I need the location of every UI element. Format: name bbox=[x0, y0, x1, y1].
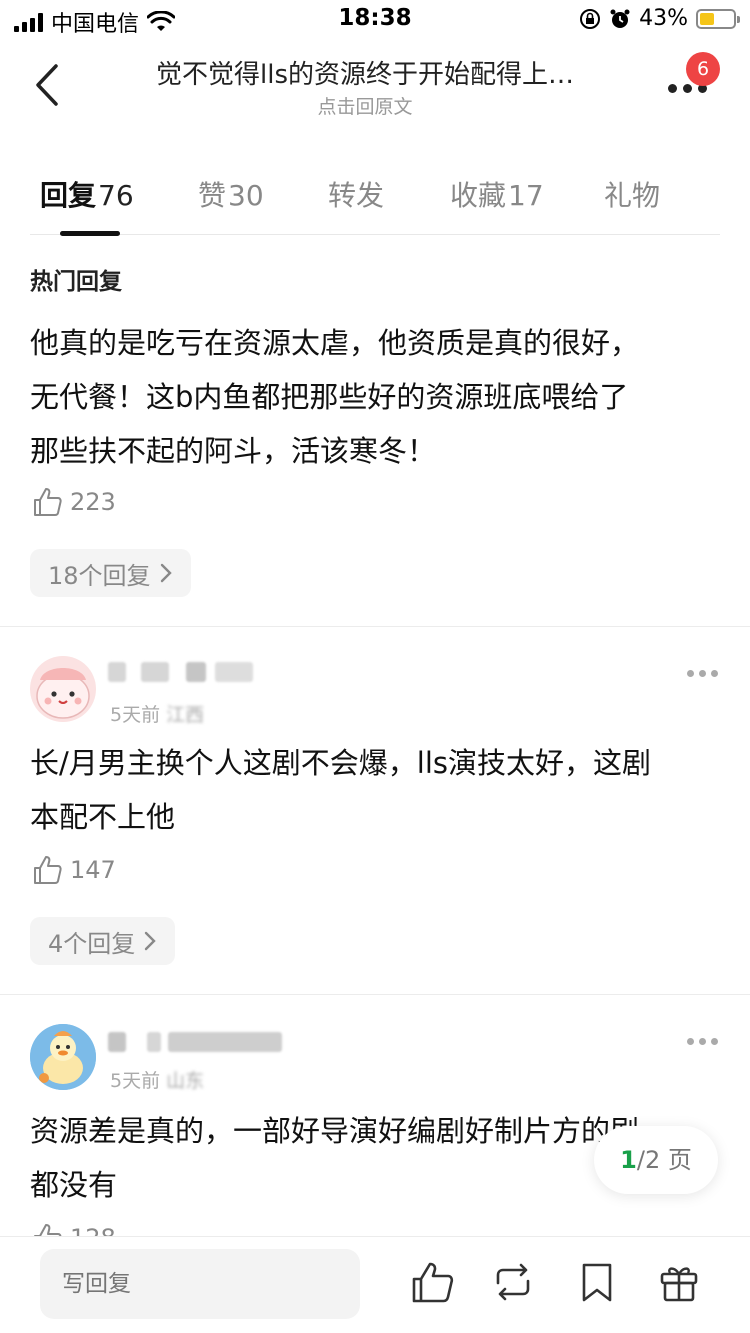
thumbs-up-icon bbox=[34, 856, 62, 884]
tab-gifts[interactable]: 礼物 bbox=[604, 174, 660, 214]
comment-2-meta: 5天前 江西 bbox=[110, 700, 204, 727]
chevron-right-icon bbox=[160, 563, 172, 583]
post-location: 山东 bbox=[166, 1070, 205, 1092]
comment-line: 本配不上他 bbox=[30, 800, 176, 834]
post-title[interactable]: 觉不觉得lls的资源终于开始配得上… bbox=[100, 54, 630, 91]
comment-line: 长/月男主换个人这剧不会爆，lls演技太好，这剧 bbox=[30, 746, 651, 780]
comment-2-menu-icon[interactable] bbox=[687, 670, 718, 677]
tab-bar: 回复76 赞30 转发 收藏17 礼物 bbox=[30, 160, 720, 236]
reply-input[interactable] bbox=[40, 1249, 360, 1319]
comment-line: 他真的是吃亏在资源太虐，他资质是真的很好， bbox=[30, 326, 640, 360]
tab-likes[interactable]: 赞30 bbox=[198, 174, 264, 214]
alarm-icon bbox=[610, 9, 630, 28]
reply-count-label: 4个回复 bbox=[48, 929, 136, 958]
battery-icon bbox=[696, 8, 740, 29]
divider bbox=[0, 626, 750, 627]
avatar-image bbox=[36, 668, 90, 719]
notification-badge: 6 bbox=[686, 52, 720, 86]
post-time: 5天前 bbox=[110, 704, 161, 726]
comment-2-text[interactable]: 长/月男主换个人这剧不会爆，lls演技太好，这剧 本配不上他 bbox=[30, 736, 720, 844]
status-bar: 中国电信 18:38 43% bbox=[0, 0, 750, 40]
gift-icon[interactable] bbox=[656, 1259, 702, 1305]
comment-1-text[interactable]: 他真的是吃亏在资源太虐，他资质是真的很好， 无代餐！这b内鱼都把那些好的资源班底… bbox=[30, 316, 720, 478]
avatar[interactable] bbox=[30, 1024, 96, 1090]
tab-replies-count: 76 bbox=[98, 179, 134, 212]
tab-gifts-label: 礼物 bbox=[604, 179, 661, 212]
tab-reposts-label: 转发 bbox=[328, 179, 385, 212]
comment-2-replies-button[interactable]: 4个回复 bbox=[30, 917, 176, 965]
tab-replies-label: 回复 bbox=[40, 179, 97, 212]
tab-favorites-count: 17 bbox=[508, 179, 544, 212]
divider bbox=[0, 994, 750, 995]
status-right: 43% bbox=[579, 6, 740, 31]
post-time: 5天前 bbox=[110, 1070, 161, 1092]
comment-3-menu-icon[interactable] bbox=[687, 1038, 718, 1045]
like-count: 147 bbox=[70, 856, 116, 884]
like-icon[interactable] bbox=[410, 1259, 456, 1305]
comment-3-meta: 5天前 山东 bbox=[110, 1066, 204, 1093]
bottom-action-bar bbox=[0, 1236, 750, 1333]
current-page: 1 bbox=[620, 1146, 637, 1174]
back-to-original-link[interactable]: 点击回原文 bbox=[100, 92, 630, 119]
comment-1-replies-button[interactable]: 18个回复 bbox=[30, 549, 191, 597]
avatar[interactable] bbox=[30, 656, 96, 722]
avatar-image bbox=[30, 1024, 96, 1090]
username-blurred[interactable] bbox=[108, 1032, 283, 1058]
post-location: 江西 bbox=[166, 704, 205, 726]
reply-count-label: 18个回复 bbox=[48, 561, 151, 590]
repost-icon[interactable] bbox=[490, 1259, 536, 1305]
tab-likes-label: 赞 bbox=[198, 179, 227, 212]
tab-favorites-label: 收藏 bbox=[450, 179, 507, 212]
back-arrow-icon[interactable] bbox=[30, 60, 70, 110]
comment-2-like[interactable]: 147 bbox=[32, 854, 116, 886]
username-blurred[interactable] bbox=[108, 662, 254, 688]
battery-percent: 43% bbox=[639, 6, 688, 31]
pagination-indicator[interactable]: 1/2 页 bbox=[594, 1126, 718, 1194]
chevron-right-icon bbox=[145, 931, 156, 951]
tab-reposts[interactable]: 转发 bbox=[328, 174, 384, 214]
comment-line: 那些扶不起的阿斗，活该寒冬！ bbox=[30, 434, 437, 468]
tab-replies[interactable]: 回复76 bbox=[40, 174, 134, 214]
total-pages: /2 页 bbox=[636, 1146, 692, 1174]
tab-likes-count: 30 bbox=[228, 179, 264, 212]
like-count: 223 bbox=[70, 488, 116, 516]
thumbs-up-icon bbox=[34, 488, 62, 516]
more-options-button[interactable]: 6 bbox=[668, 52, 720, 106]
active-tab-indicator bbox=[60, 231, 120, 236]
comment-1-like[interactable]: 223 bbox=[32, 486, 116, 518]
nav-bar: 觉不觉得lls的资源终于开始配得上… 点击回原文 6 bbox=[0, 40, 750, 130]
tab-favorites[interactable]: 收藏17 bbox=[450, 174, 544, 214]
bookmark-icon[interactable] bbox=[574, 1259, 620, 1305]
orientation-lock-icon bbox=[580, 8, 601, 29]
comment-line: 无代餐！这b内鱼都把那些好的资源班底喂给了 bbox=[30, 380, 629, 414]
section-hot-replies: 热门回复 bbox=[30, 269, 122, 295]
